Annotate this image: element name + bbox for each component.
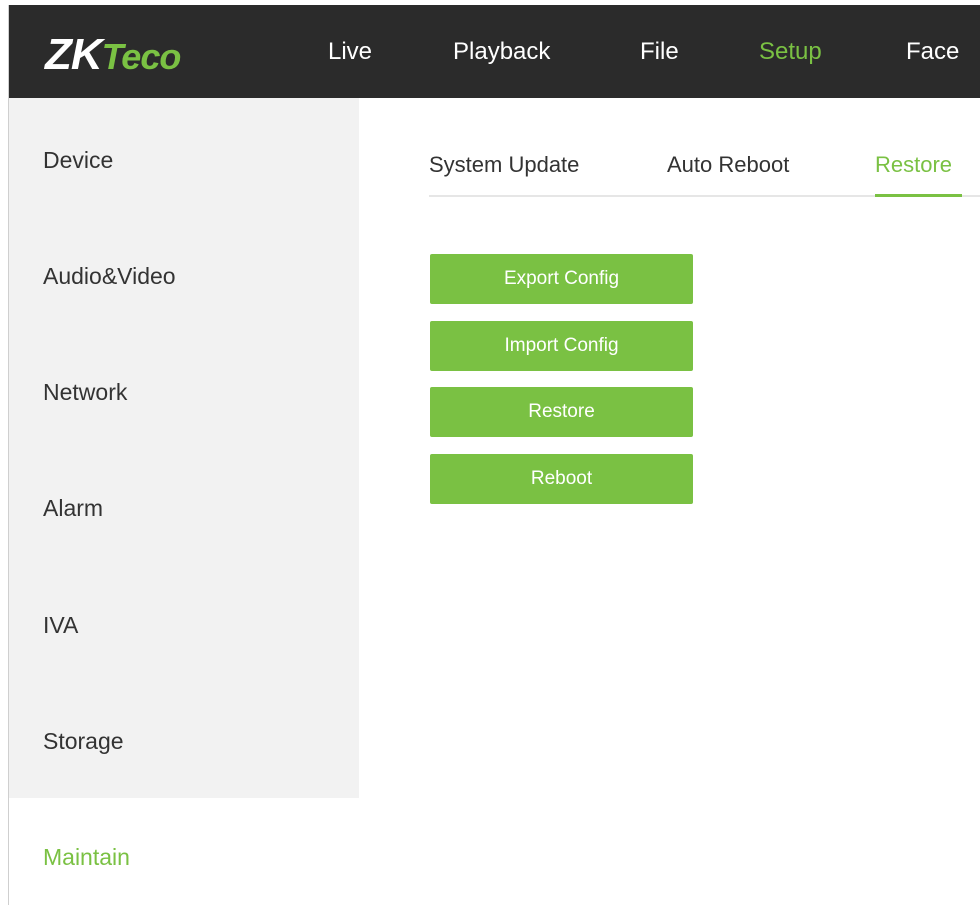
logo-primary: ZK [45,30,103,79]
nav-setup[interactable]: Setup [759,5,822,98]
sidebar-item-iva[interactable]: IVA [43,612,78,639]
active-tab-indicator [875,194,962,197]
tab-system-update[interactable]: System Update [429,152,579,178]
reboot-button[interactable]: Reboot [430,454,693,504]
nav-live[interactable]: Live [328,5,372,98]
export-config-button[interactable]: Export Config [430,254,693,304]
sidebar-item-audio-video[interactable]: Audio&Video [43,263,176,290]
sidebar-item-storage[interactable]: Storage [43,728,124,755]
tab-auto-reboot[interactable]: Auto Reboot [667,152,789,178]
restore-button[interactable]: Restore [430,387,693,437]
setup-sidebar [9,98,359,798]
nav-playback[interactable]: Playback [453,5,550,98]
top-header: ZK Teco Live Playback File Setup Face [9,5,980,98]
logo-secondary: Teco [101,36,182,77]
sidebar-item-network[interactable]: Network [43,379,127,406]
tab-restore[interactable]: Restore [875,152,952,178]
nav-file[interactable]: File [640,5,679,98]
sidebar-item-maintain[interactable]: Maintain [43,844,130,871]
import-config-button[interactable]: Import Config [430,321,693,371]
nav-face[interactable]: Face [906,5,959,98]
zkteco-logo: ZK Teco [45,30,182,79]
sidebar-item-alarm[interactable]: Alarm [43,495,103,522]
sidebar-item-device[interactable]: Device [43,147,113,174]
app-window: ZK Teco Live Playback File Setup Face De… [8,5,980,905]
